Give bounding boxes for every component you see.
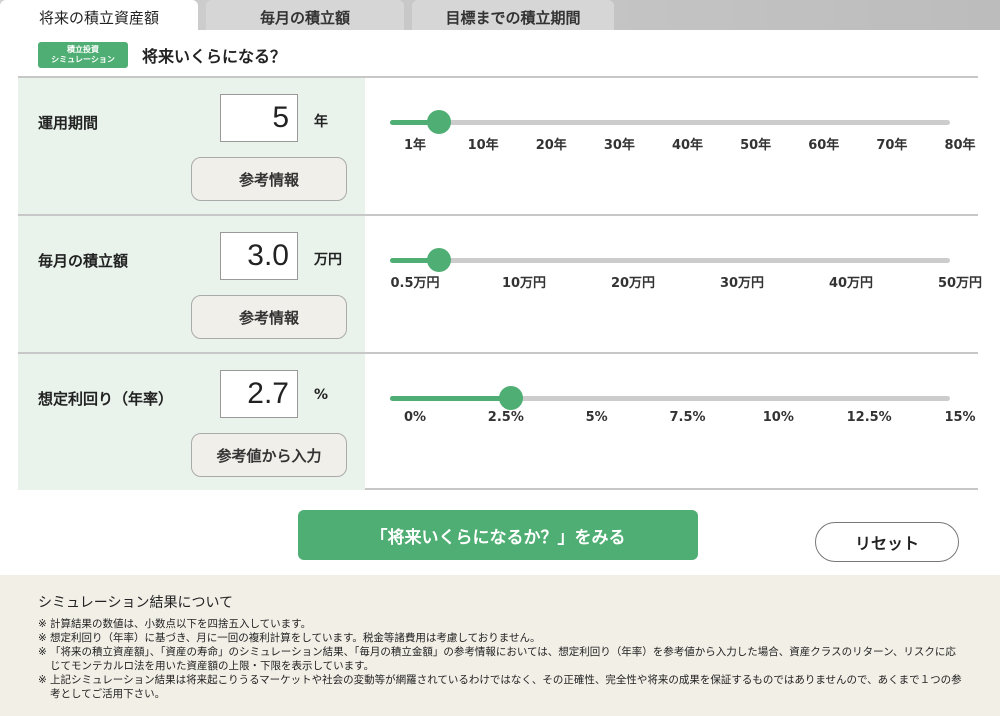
slider-tick-label: 5% — [585, 410, 608, 425]
slider-track — [390, 258, 950, 263]
simulation-badge: 積立投資 シミュレーション — [38, 42, 128, 68]
reset-button[interactable]: リセット — [815, 522, 959, 562]
note-mark: ※ — [38, 646, 47, 658]
slider-tick-label: 7.5% — [669, 410, 706, 425]
simulation-panel: 積立投資 シミュレーション 将来いくらになる？ 運用期間 5 年 参考情報 1年… — [0, 30, 1000, 575]
slider-tick-label: 20万円 — [610, 276, 656, 291]
slider-tick-label: 50年 — [740, 138, 772, 153]
row-period-controls: 運用期間 5 年 参考情報 — [18, 78, 365, 214]
return-slider[interactable] — [390, 386, 960, 410]
note-item: ※ 上記シミュレーション結果は将来起こりうるマーケットや社会の変動等が網羅されてい… — [38, 673, 963, 701]
monthly-slider[interactable] — [390, 248, 960, 272]
slider-fill — [390, 396, 511, 401]
notes-title: シミュレーション結果について — [38, 595, 234, 611]
badge-line-2: シミュレーション — [51, 55, 115, 64]
tab-target-period[interactable]: 目標までの積立期間 — [412, 0, 614, 34]
slider-tick-label: 50万円 — [937, 276, 983, 291]
note-mark: ※ — [38, 632, 47, 644]
simulate-button[interactable]: 「将来いくらになるか？」をみる — [298, 510, 698, 560]
row-period: 運用期間 5 年 参考情報 1年 10年 20年 30年 40年 50年 60年 70年 80年 — [18, 76, 978, 214]
period-reference-button[interactable]: 参考情報 — [191, 157, 347, 201]
note-text: 「将来の積立資産額」、「資産の寿命」のシミュレーション結果、「毎月の積立金額」の… — [50, 646, 956, 672]
action-bar: 「将来いくらになるか？」をみる リセット — [0, 508, 1000, 568]
slider-tick-label: 0.5万円 — [390, 276, 440, 291]
slider-tick-label: 80年 — [944, 138, 976, 153]
slider-handle[interactable] — [426, 248, 451, 272]
slider-tick-label: 0% — [403, 410, 427, 425]
slider-tick-label: 60年 — [808, 138, 840, 153]
slider-tick-label: 10年 — [467, 138, 499, 153]
slider-track — [390, 120, 950, 125]
panel-header: 積立投資 シミュレーション 将来いくらになる？ — [38, 42, 286, 68]
slider-handle[interactable] — [498, 386, 523, 410]
badge-line-1: 積立投資 — [67, 45, 99, 54]
note-text: 上記シミュレーション結果は将来起こりうるマーケットや社会の変動等が網羅されている… — [50, 674, 962, 700]
monthly-label: 毎月の積立額 — [38, 252, 129, 270]
tab-bar: 将来の積立資産額 毎月の積立額 目標までの積立期間 — [0, 0, 1000, 34]
note-mark: ※ — [38, 618, 47, 630]
slider-tick-label: 40年 — [671, 138, 704, 153]
note-mark: ※ — [38, 674, 47, 686]
monthly-ticks: 0.5万円 10万円 20万円 30万円 40万円 50万円 — [390, 272, 983, 292]
note-text: 計算結果の数値は、小数点以下を四捨五入しています。 — [50, 618, 312, 630]
input-rows: 運用期間 5 年 参考情報 1年 10年 20年 30年 40年 50年 60年 70年 80年… — [18, 76, 983, 490]
period-slider[interactable] — [390, 110, 960, 134]
period-ticks: 1年 10年 20年 30年 40年 50年 60年 70年 80年 — [390, 134, 980, 154]
monthly-reference-button[interactable]: 参考情報 — [191, 295, 347, 339]
tab-future-assets[interactable]: 将来の積立資産額 — [0, 0, 198, 34]
slider-tick-label: 30万円 — [719, 276, 765, 291]
period-input[interactable]: 5 — [220, 94, 298, 142]
row-return-controls: 想定利回り（年率） 2.7 % 参考値から入力 — [18, 354, 365, 490]
note-item: ※ 計算結果の数値は、小数点以下を四捨五入しています。 — [38, 617, 963, 631]
row-return: 想定利回り（年率） 2.7 % 参考値から入力 0% 2.5% 5% 7.5% 10% 1… — [18, 352, 978, 490]
page-title: 将来いくらになる？ — [142, 47, 287, 66]
slider-tick-label: 1年 — [403, 138, 427, 153]
slider-tick-label: 10% — [762, 410, 794, 425]
slider-tick-label: 10万円 — [501, 276, 547, 291]
note-item: ※ 想定利回り（年率）に基づき、月に一回の複利計算をしています。税金等諸費用は考慮… — [38, 631, 963, 645]
monthly-input[interactable]: 3.0 — [220, 232, 298, 280]
slider-tick-label: 40万円 — [828, 276, 874, 291]
period-unit: 年 — [314, 114, 328, 130]
return-label: 想定利回り（年率） — [38, 390, 174, 408]
return-unit: % — [314, 387, 329, 403]
slider-handle[interactable] — [426, 110, 451, 134]
tab-monthly-amount[interactable]: 毎月の積立額 — [206, 0, 404, 34]
return-input[interactable]: 2.7 — [220, 370, 298, 418]
slider-tick-label: 70年 — [876, 138, 908, 153]
slider-tick-label: 12.5% — [846, 410, 892, 425]
row-monthly: 毎月の積立額 3.0 万円 参考情報 0.5万円 10万円 20万円 30万円 40万円… — [18, 214, 983, 352]
notes-section: シミュレーション結果について ※ 計算結果の数値は、小数点以下を四捨五入しています… — [0, 575, 1000, 716]
slider-tick-label: 15% — [944, 410, 976, 425]
slider-tick-label: 2.5% — [487, 410, 524, 425]
row-monthly-controls: 毎月の積立額 3.0 万円 参考情報 — [18, 216, 365, 352]
note-item: ※ 「将来の積立資産額」、「資産の寿命」のシミュレーション結果、「毎月の積立金額」… — [38, 645, 963, 673]
monthly-unit: 万円 — [314, 252, 342, 268]
return-reference-button[interactable]: 参考値から入力 — [191, 433, 347, 477]
period-label: 運用期間 — [38, 114, 99, 132]
notes-list: ※ 計算結果の数値は、小数点以下を四捨五入しています。 ※ 想定利回り（年率）に基づ… — [38, 617, 963, 701]
slider-tick-label: 20年 — [535, 138, 567, 153]
slider-tick-label: 30年 — [603, 138, 635, 153]
note-text: 想定利回り（年率）に基づき、月に一回の複利計算をしています。税金等諸費用は考慮し… — [50, 632, 541, 644]
return-ticks: 0% 2.5% 5% 7.5% 10% 12.5% 15% — [390, 410, 980, 430]
